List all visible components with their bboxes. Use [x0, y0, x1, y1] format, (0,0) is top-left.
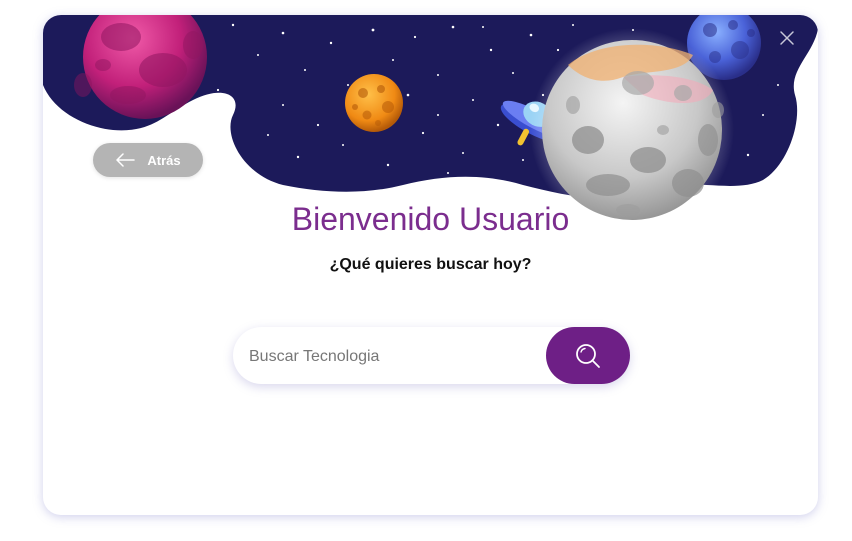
arrow-left-icon [116, 153, 136, 167]
moon [530, 28, 734, 230]
welcome-modal: Atrás Bienvenido Usuario ¿Qué quieres bu… [43, 15, 818, 515]
close-icon[interactable] [778, 29, 796, 47]
search-button[interactable] [546, 327, 630, 384]
search-input[interactable] [233, 327, 551, 386]
page-subtitle: ¿Qué quieres buscar hoy? [329, 256, 532, 273]
search-icon [576, 343, 600, 368]
search-bar [233, 327, 630, 386]
space-illustration [43, 15, 818, 230]
page-title: Bienvenido Usuario [291, 201, 570, 237]
back-button[interactable]: Atrás [93, 143, 203, 177]
orange-planet [345, 74, 403, 132]
back-button-label: Atrás [147, 152, 181, 168]
